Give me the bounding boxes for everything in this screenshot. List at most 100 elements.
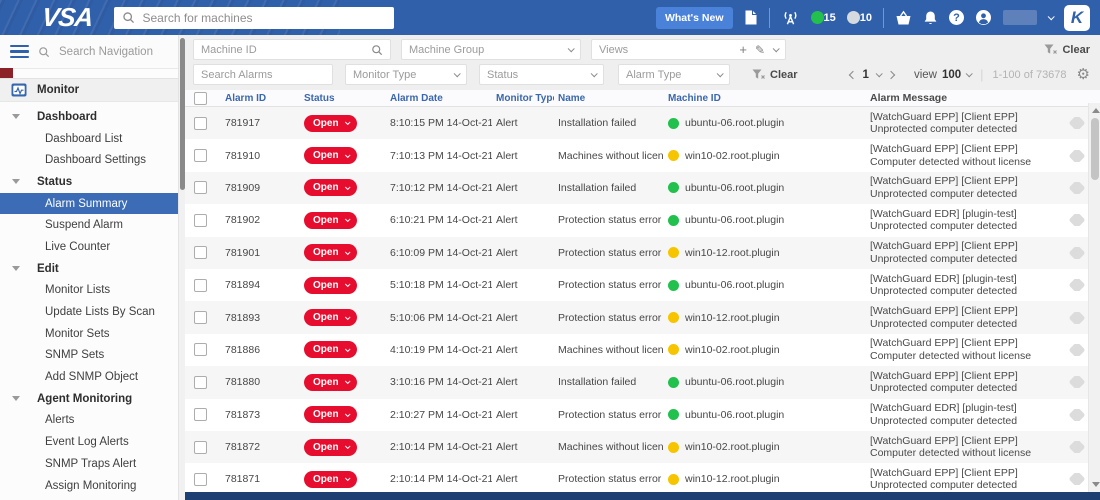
clear-alarm-filter-button[interactable]: Clear [752, 69, 798, 81]
machine-id[interactable]: win10-12.root.plugin [685, 247, 780, 259]
col-alarm-date[interactable]: Alarm Date [386, 93, 492, 104]
account-chevron-down-icon[interactable] [1047, 13, 1055, 21]
tag-icon[interactable] [1068, 246, 1086, 259]
table-scrollbar-thumb[interactable] [1090, 118, 1099, 180]
tag-icon[interactable] [1068, 343, 1086, 356]
machine-id[interactable]: ubuntu-06.root.plugin [685, 409, 784, 421]
chevron-down-icon[interactable] [12, 179, 20, 185]
sidebar-item[interactable]: Live Counter [0, 236, 178, 258]
tag-icon[interactable] [1068, 408, 1086, 421]
sidebar-item[interactable]: Dashboard List [0, 128, 178, 150]
status-open-dropdown[interactable]: Open [304, 470, 357, 488]
tag-icon[interactable] [1068, 311, 1086, 324]
sidebar-item[interactable]: Add SNMP Object [0, 366, 178, 388]
sidebar-item[interactable]: Status [0, 171, 178, 193]
antenna-icon[interactable] [781, 9, 800, 26]
status-open-dropdown[interactable]: Open [304, 373, 357, 391]
tag-icon[interactable] [1068, 181, 1086, 194]
chevron-down-icon[interactable] [12, 114, 20, 120]
sidebar-item[interactable]: Monitor Sets [0, 323, 178, 345]
tag-icon[interactable] [1068, 214, 1086, 227]
machine-group-dropdown[interactable]: Machine Group [401, 39, 581, 60]
sidebar-item[interactable]: Suspend Alarm [0, 214, 178, 236]
sidebar-scrollbar[interactable] [178, 35, 185, 500]
machine-id[interactable]: ubuntu-06.root.plugin [685, 214, 784, 226]
sidebar-item[interactable]: Alerts [0, 410, 178, 432]
row-checkbox[interactable] [193, 408, 207, 422]
tag-icon[interactable] [1068, 279, 1086, 292]
machine-id[interactable]: win10-02.root.plugin [685, 344, 780, 356]
status-open-dropdown[interactable]: Open [304, 341, 357, 359]
sidebar-item[interactable]: SNMP Traps Alert [0, 453, 178, 475]
sidebar-item[interactable]: Monitor [0, 78, 178, 102]
document-icon[interactable] [744, 9, 758, 26]
status-open-dropdown[interactable]: Open [304, 406, 357, 424]
scroll-down-icon[interactable] [1091, 482, 1100, 487]
status-open-dropdown[interactable]: Open [304, 147, 357, 165]
machine-search-box[interactable] [114, 6, 395, 29]
machine-id[interactable]: ubuntu-06.root.plugin [685, 117, 784, 129]
search-icon[interactable] [371, 44, 383, 56]
row-checkbox[interactable] [193, 440, 207, 454]
sidebar-item[interactable]: Assign Monitoring [0, 475, 178, 497]
edit-view-pencil-icon[interactable]: ✎ [755, 43, 765, 57]
settings-gear-icon[interactable]: ⚙ [1077, 67, 1090, 82]
row-checkbox[interactable] [193, 375, 207, 389]
hamburger-icon[interactable] [10, 44, 29, 59]
add-view-icon[interactable]: + [739, 42, 747, 57]
status-open-dropdown[interactable]: Open [304, 276, 357, 294]
col-alarm-id[interactable]: Alarm ID [215, 93, 300, 104]
whats-new-button[interactable]: What's New [655, 6, 733, 29]
row-checkbox[interactable] [193, 116, 207, 130]
row-checkbox[interactable] [193, 246, 207, 260]
status-open-dropdown[interactable]: Open [304, 244, 357, 262]
row-checkbox[interactable] [193, 472, 207, 486]
machine-id[interactable]: win10-12.root.plugin [685, 473, 780, 485]
sidebar-item[interactable]: Edit [0, 258, 178, 280]
views-dropdown[interactable]: Views + ✎ [591, 39, 786, 60]
sidebar-item[interactable]: Dashboard Settings [0, 149, 178, 171]
machine-id-filter[interactable] [193, 39, 391, 60]
status-open-dropdown[interactable]: Open [304, 179, 357, 197]
chevron-down-icon[interactable] [772, 45, 780, 53]
clear-machine-filter-button[interactable]: Clear [1044, 44, 1090, 56]
online-agents-badge[interactable]: 15 [810, 11, 836, 24]
status-open-dropdown[interactable]: Open [304, 309, 357, 327]
col-name[interactable]: Name [554, 93, 664, 104]
page-chevron-down-icon[interactable] [875, 70, 883, 78]
table-scrollbar[interactable] [1088, 103, 1100, 492]
machine-search-input[interactable] [142, 10, 387, 25]
prev-page-icon[interactable] [848, 70, 857, 79]
row-checkbox[interactable] [193, 343, 207, 357]
sidebar-item[interactable]: SNMP Sets [0, 345, 178, 367]
row-checkbox[interactable] [193, 149, 207, 163]
help-icon[interactable]: ? [949, 10, 964, 25]
machine-id[interactable]: ubuntu-06.root.plugin [685, 182, 784, 194]
machine-id-input[interactable] [201, 43, 371, 56]
sidebar-item[interactable]: Event Log Alerts [0, 431, 178, 453]
status-dropdown[interactable]: Status [479, 64, 604, 85]
machine-id[interactable]: win10-02.root.plugin [685, 150, 780, 162]
tag-icon[interactable] [1068, 376, 1086, 389]
tag-icon[interactable] [1068, 149, 1086, 162]
offline-agents-badge[interactable]: 10 [846, 11, 872, 24]
row-checkbox[interactable] [193, 278, 207, 292]
status-open-dropdown[interactable]: Open [304, 211, 357, 229]
user-icon[interactable] [975, 9, 992, 26]
col-status[interactable]: Status [300, 93, 386, 104]
next-page-icon[interactable] [886, 70, 896, 79]
view-count-dropdown[interactable]: view 100 [914, 69, 973, 81]
account-name-redacted[interactable] [1003, 10, 1037, 25]
sidebar-item[interactable]: Dashboard [0, 106, 178, 128]
sidebar-item[interactable]: Agent Monitoring [0, 388, 178, 410]
tag-icon[interactable] [1068, 473, 1086, 486]
page-number[interactable]: 1 [863, 69, 869, 81]
col-alarm-message[interactable]: Alarm Message [866, 92, 1066, 105]
col-machine-id[interactable]: Machine ID [664, 93, 866, 104]
row-checkbox[interactable] [193, 213, 207, 227]
sidebar-item[interactable]: Monitor Log [0, 496, 178, 500]
machine-id[interactable]: ubuntu-06.root.plugin [685, 279, 784, 291]
tag-icon[interactable] [1068, 441, 1086, 454]
tag-icon[interactable] [1068, 117, 1086, 130]
chevron-down-icon[interactable] [12, 396, 20, 402]
